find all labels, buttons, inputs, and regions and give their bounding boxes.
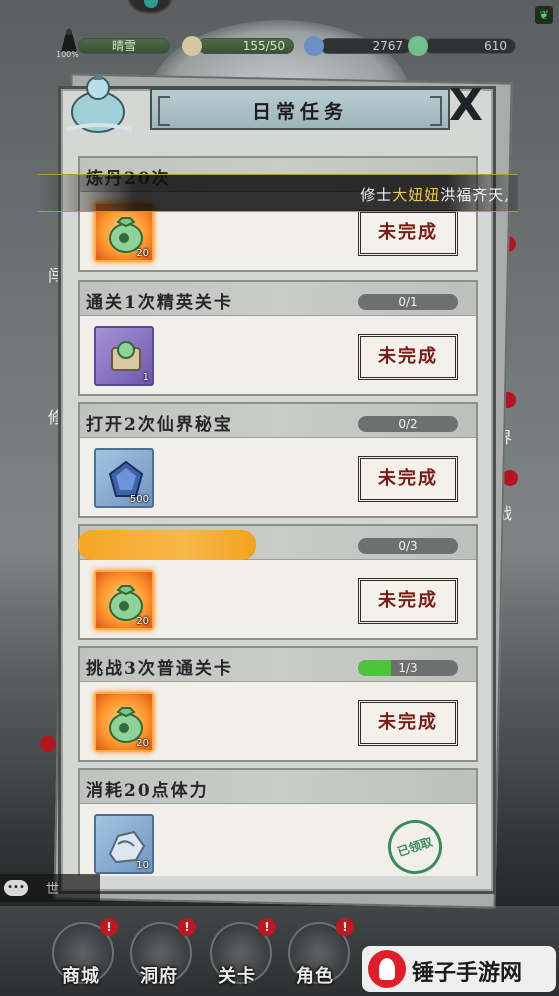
watermark-text: 锤子手游网 [412, 960, 523, 985]
nav-cave-label: 洞府 [140, 966, 178, 987]
stamina-icon [182, 36, 202, 56]
chat-bar[interactable]: ••• 世 [0, 874, 100, 902]
spirit-stone-value: 2767 [320, 38, 412, 54]
chat-channel: 世 [46, 882, 60, 897]
scrolling-announcement: 修士大妞妞洪福齐天, [38, 174, 518, 212]
task-card: 消耗20点体力 10 已领取 [78, 768, 478, 876]
player-name-bar: 晴雪 [78, 35, 170, 57]
task-header: 消耗20点体力 [80, 770, 476, 804]
reward-count: 1 [142, 372, 149, 383]
reward-count: 500 [129, 494, 149, 505]
task-status-button[interactable]: 未完成 [358, 456, 458, 502]
task-card: 挑战3次普通关卡 1/3 20 未完成 [78, 646, 478, 762]
reward-count: 10 [136, 860, 149, 871]
watermark: 锤子手游网 [362, 946, 556, 992]
announcement-suffix: 洪福齐天, [440, 186, 510, 204]
chat-bubble-icon[interactable]: ••• [4, 880, 28, 896]
gourd-icon [65, 74, 133, 133]
player-name: 晴雪 [78, 38, 170, 54]
task-card: 通关1次精英关卡 0/1 1 未完成 [78, 280, 478, 396]
task-name: 挑战3次普通关卡 [86, 659, 233, 679]
modal-title: 日常任务 [251, 101, 348, 123]
reward-count: 20 [136, 616, 149, 627]
jade-value: 610 [424, 38, 516, 54]
notification-badge: ! [100, 918, 118, 936]
announcement-prefix: 修士 [360, 186, 393, 204]
reward-item[interactable]: 500 [94, 448, 154, 508]
reward-count: 20 [136, 738, 149, 749]
stamina-bar[interactable]: 155/50 [182, 35, 294, 57]
task-name: 通关1次精英关卡 [86, 293, 233, 313]
task-progress-bar: 0/2 [358, 416, 458, 432]
task-status-button[interactable]: 未完成 [358, 334, 458, 380]
claimed-stamp: 已领取 [380, 812, 450, 876]
task-list[interactable]: 炼丹20次 20 未完成 通关1次精英关卡 0/1 1 [70, 148, 486, 876]
nav-character-label: 角色 [296, 966, 334, 987]
notification-badge: ! [336, 918, 354, 936]
task-progress-bar: 0/3 [358, 538, 458, 554]
announcement-player-name: 大妞妞 [392, 186, 441, 204]
task-card: 打开2次仙界秘宝 0/2 500 未完成 [78, 402, 478, 518]
red-lantern-icon [40, 736, 56, 752]
nav-shop-label: 商城 [62, 966, 100, 987]
notification-badge: ! [258, 918, 276, 936]
reward-item[interactable]: 10 [94, 814, 154, 874]
nav-stage-label: 关卡 [218, 966, 256, 987]
jade-bar[interactable]: 610 [408, 35, 516, 57]
task-name: 打开2次仙界秘宝 [86, 415, 233, 435]
redaction-mark [78, 530, 256, 560]
reward-item[interactable]: 20 [94, 692, 154, 752]
reward-item[interactable]: 20 [94, 570, 154, 630]
progress-text: 1/3 [398, 661, 418, 675]
spirit-stone-bar[interactable]: 2767 [304, 35, 412, 57]
progress-text: 0/1 [398, 295, 418, 309]
jade-icon [408, 36, 428, 56]
notification-badge: ! [178, 918, 196, 936]
close-button[interactable]: X [444, 84, 488, 130]
scroll-icon [111, 341, 141, 371]
task-header: 通关1次精英关卡 0/1 [80, 282, 476, 316]
top-orb-icon[interactable] [128, 0, 172, 14]
task-progress-bar: 0/1 [358, 294, 458, 310]
task-status-button[interactable]: 未完成 [358, 700, 458, 746]
task-header: 挑战3次普通关卡 1/3 [80, 648, 476, 682]
modal-header: 日常任务 [150, 88, 450, 130]
watermark-logo-icon [368, 950, 406, 988]
progress-text: 0/2 [398, 417, 418, 431]
reward-item[interactable]: 1 [94, 326, 154, 386]
announcement-text: 修士大妞妞洪福齐天, [360, 184, 510, 205]
task-progress-bar: 1/3 [358, 660, 458, 676]
progress-text: 0/3 [398, 539, 418, 553]
task-status-button[interactable]: 未完成 [358, 578, 458, 624]
task-header: 打开2次仙界秘宝 0/2 [80, 404, 476, 438]
spirit-stone-icon [304, 36, 324, 56]
task-status-button[interactable]: 未完成 [358, 210, 458, 256]
leaf-icon[interactable]: ❦ [535, 6, 553, 24]
reward-count: 20 [136, 248, 149, 259]
task-name: 消耗20点体力 [86, 781, 209, 801]
stamina-value: 155/50 [198, 38, 294, 54]
player-percent: 100% [56, 50, 79, 59]
